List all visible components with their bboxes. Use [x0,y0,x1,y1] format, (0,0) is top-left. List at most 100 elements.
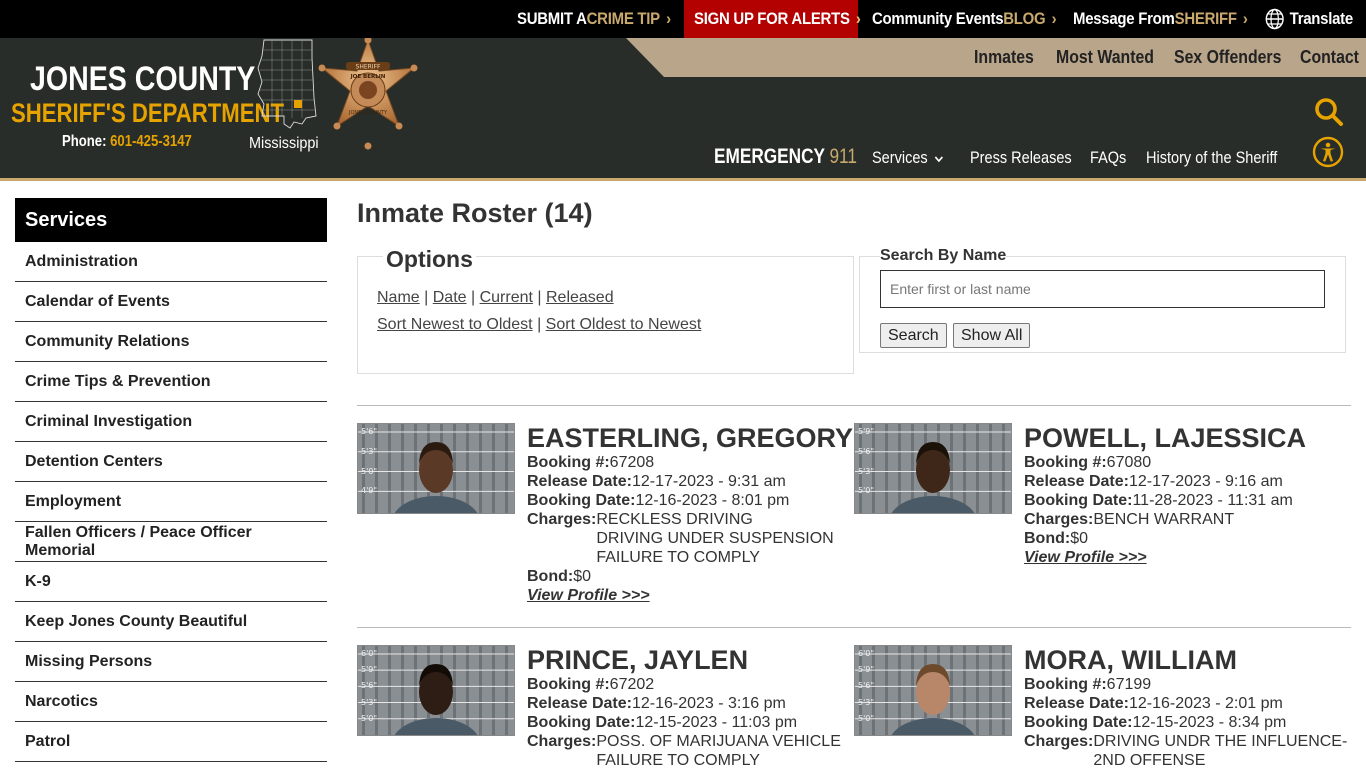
events-label: Community Events [872,9,1004,28]
nav-faqs[interactable]: FAQs [1090,149,1126,168]
options-title: Options [383,246,476,273]
phone-number[interactable]: Phone: 601-425-3147 [62,133,192,151]
search-button[interactable]: Search [880,323,947,348]
nav-sex-offenders[interactable]: Sex Offenders [1174,47,1281,68]
height-mark-label: 4'9" [361,486,378,496]
release-date-value: 12-17-2023 - 9:31 am [631,473,786,490]
services-sidebar: Services Administration Calendar of Even… [15,198,327,762]
charge-item: DRIVING UNDER SUSPENSION [596,530,834,547]
sidebar-item-calendar[interactable]: Calendar of Events [15,282,327,322]
sort-oldest-link[interactable]: Sort Oldest to Newest [546,316,702,333]
community-events-blog-link[interactable]: Community Events BLOG › [872,0,1057,38]
inmate-name[interactable]: POWELL, LAJESSICA [1024,423,1306,453]
site-header: JONES COUNTY SHERIFF'S DEPARTMENT Phone:… [0,38,1366,181]
sidebar-item-administration[interactable]: Administration [15,242,327,282]
search-icon[interactable] [1313,96,1345,128]
secondary-nav: Inmates Most Wanted Sex Offenders Contac… [626,38,1366,77]
height-mark-label: 5'6" [361,681,378,691]
globe-icon [1265,8,1284,30]
inmate-name[interactable]: MORA, WILLIAM [1024,645,1347,675]
sidebar-item-narcotics[interactable]: Narcotics [15,682,327,722]
mugshot-photo[interactable]: 6'0" 5'9" 5'6" 5'3" 5'0" [357,645,515,736]
sort-name-link[interactable]: Name [377,289,420,306]
height-mark-label: 5'0" [858,486,875,496]
charges-label: Charges: [1024,733,1094,750]
badge-text-mid: JOE BERLIN [350,74,386,80]
nav-press-releases[interactable]: Press Releases [970,149,1072,168]
nav-inmates[interactable]: Inmates [974,47,1034,68]
sort-date-link[interactable]: Date [433,289,467,306]
sidebar-item-crime-tips[interactable]: Crime Tips & Prevention [15,362,327,402]
accessibility-icon[interactable] [1312,136,1344,168]
nav-most-wanted[interactable]: Most Wanted [1056,47,1154,68]
height-mark-label: 5'0" [858,713,875,723]
booking-date-label: Booking Date: [527,492,636,509]
view-profile-link[interactable]: View Profile >>> [1024,548,1306,567]
separator: | [532,316,546,333]
height-mark-label: 6'0" [858,649,875,658]
booking-date-value: 12-15-2023 - 8:34 pm [1132,714,1287,731]
booking-no-value: 67199 [1106,676,1152,693]
emergency-number: 911 [829,145,857,168]
mugshot-photo[interactable]: 5'9" 5'6" 5'3" 5'0" [854,423,1012,514]
booking-date-label: Booking Date: [1024,492,1133,509]
filter-released-link[interactable]: Released [546,289,614,306]
translate-label: Translate [1289,9,1354,28]
sidebar-item-criminal-investigation[interactable]: Criminal Investigation [15,402,327,442]
charges-label: Charges: [527,511,597,528]
sidebar-item-detention-centers[interactable]: Detention Centers [15,442,327,482]
search-input[interactable] [880,270,1325,308]
sidebar-item-k9[interactable]: K-9 [15,562,327,602]
charge-item: DRIVING UNDR THE INFLUENCE- [1093,733,1348,750]
options-links: Name | Date | Current | Released Sort Ne… [377,284,701,338]
message-label: Message From [1073,9,1175,28]
charges-label: Charges: [1024,511,1094,528]
booking-no-label: Booking #: [1024,676,1107,693]
booking-no-value: 67080 [1106,454,1152,471]
sidebar-item-employment[interactable]: Employment [15,482,327,522]
nav-history[interactable]: History of the Sheriff [1146,149,1277,168]
mugshot-image [855,646,1011,735]
sort-newest-link[interactable]: Sort Newest to Oldest [377,316,533,333]
message-from-sheriff-link[interactable]: Message From SHERIFF › [1073,0,1248,38]
nav-contact[interactable]: Contact [1300,47,1359,68]
chevron-down-icon [934,156,943,163]
show-all-button[interactable]: Show All [953,323,1031,348]
submit-crime-tip-link[interactable]: SUBMIT A CRIME TIP › [517,0,671,38]
filter-current-link[interactable]: Current [480,289,533,306]
view-profile-link[interactable]: View Profile >>> [527,586,853,605]
sidebar-item-missing-persons[interactable]: Missing Persons [15,642,327,682]
sidebar-item-keep-beautiful[interactable]: Keep Jones County Beautiful [15,602,327,642]
sidebar-item-community-relations[interactable]: Community Relations [15,322,327,362]
chevron-right-icon: › [855,9,861,28]
chevron-right-icon: › [1051,9,1057,28]
charge-item: POSS. OF MARIJUANA VEHICLE [596,733,841,750]
charge-item: FAILURE TO COMPLY [596,752,760,769]
sidebar-item-patrol[interactable]: Patrol [15,722,327,762]
divider [357,627,1351,628]
search-label: Search By Name [880,247,1007,265]
bond-label: Bond: [527,568,574,585]
sign-up-alerts-link[interactable]: SIGN UP FOR ALERTS › [694,0,861,38]
nav-services[interactable]: Services [872,149,943,168]
booking-no-value: 67208 [609,454,655,471]
height-mark-label: 5'0" [361,713,378,723]
phone-label: Phone: [62,133,111,150]
inmate-name[interactable]: PRINCE, JAYLEN [527,645,841,675]
badge-text-bot: JONES COUNTY [348,110,388,116]
height-mark-label: 5'3" [858,697,875,707]
crime-tip-label: SUBMIT A [517,9,587,28]
sidebar-item-fallen-officers[interactable]: Fallen Officers / Peace Officer Memorial [15,522,327,562]
badge-text-top: SHERIFF [356,64,382,71]
translate-button[interactable]: Translate [1265,0,1353,38]
logo-title[interactable]: JONES COUNTY [30,60,255,99]
logo-subtitle[interactable]: SHERIFF'S DEPARTMENT [11,98,284,129]
mississippi-map-icon [257,39,317,129]
release-date-label: Release Date: [1024,473,1129,490]
mugshot-photo[interactable]: 5'6" 5'3" 5'0" 4'9" [357,423,515,514]
emergency-911[interactable]: EMERGENCY 911 [714,145,857,169]
inmate-name[interactable]: EASTERLING, GREGORY [527,423,853,453]
height-mark-label: 5'3" [361,697,378,707]
emergency-label: EMERGENCY [714,145,830,168]
mugshot-photo[interactable]: 6'0" 5'9" 5'6" 5'3" 5'0" [854,645,1012,736]
